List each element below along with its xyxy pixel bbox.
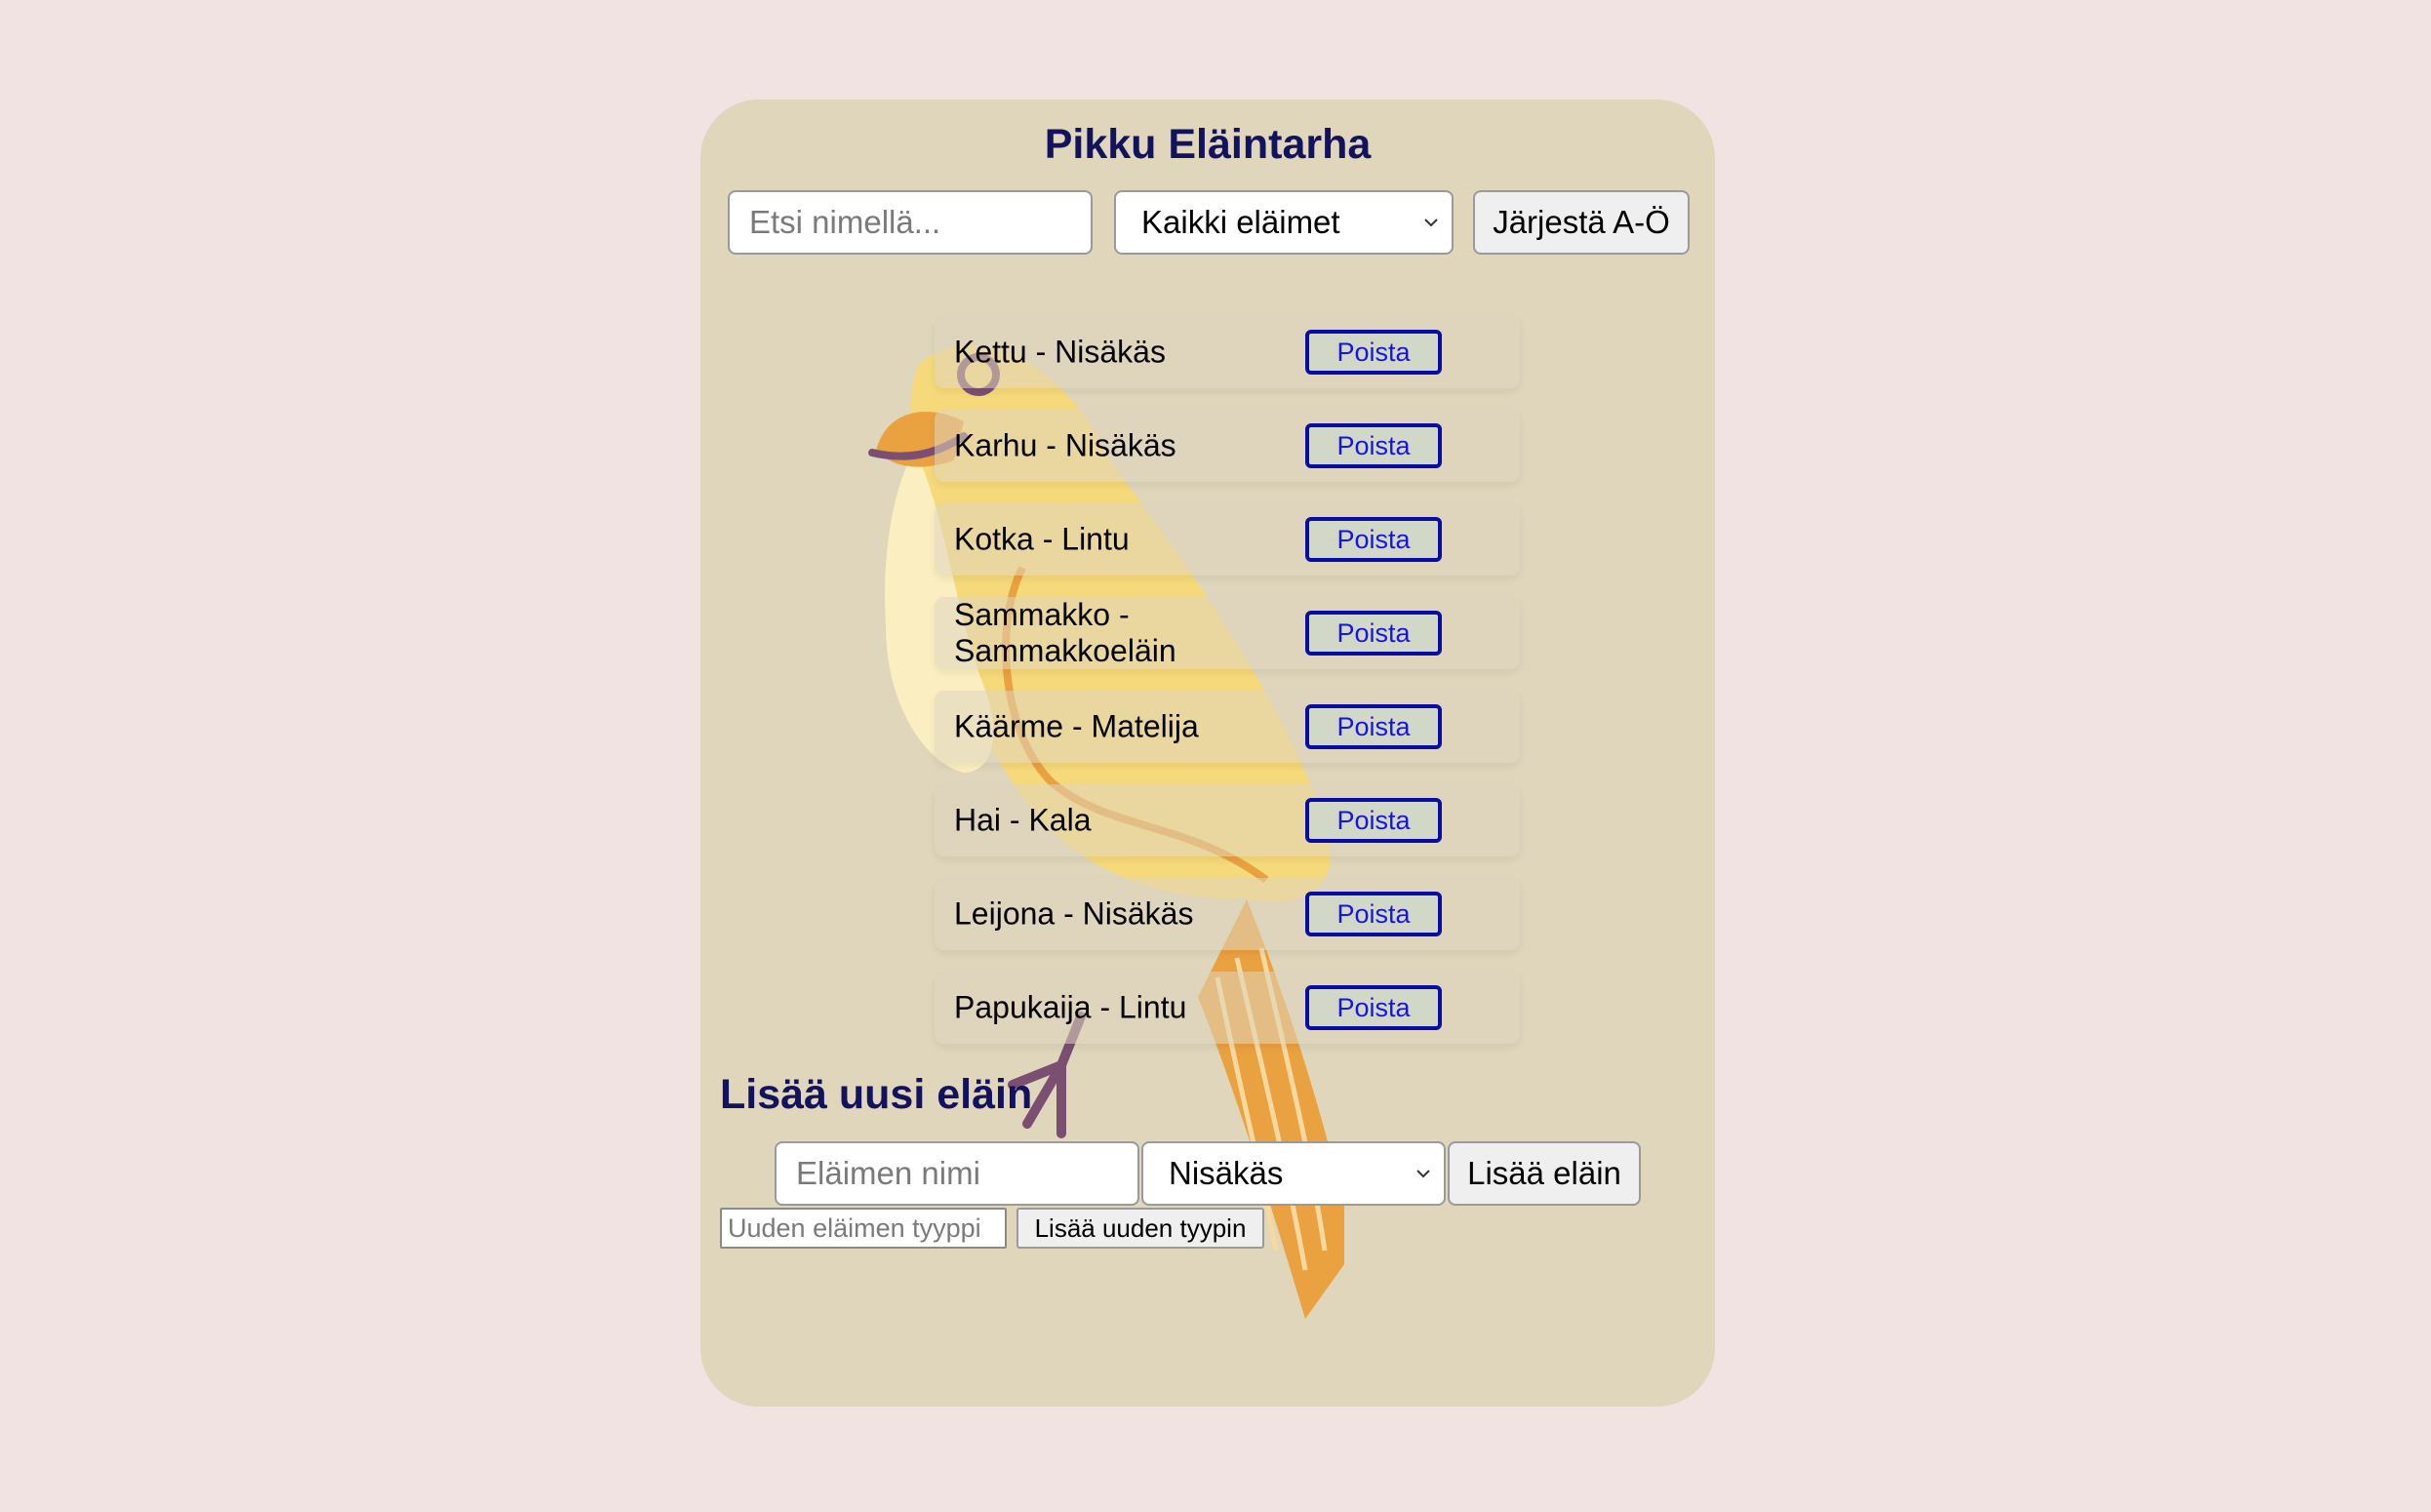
delete-button[interactable]: Poista bbox=[1305, 985, 1442, 1030]
delete-button[interactable]: Poista bbox=[1305, 330, 1442, 375]
animal-label: Leijona - Nisäkäs bbox=[954, 895, 1194, 932]
animal-label: Käärme - Matelija bbox=[954, 708, 1199, 744]
animal-item-kaarme: Käärme - Matelija Poista bbox=[935, 691, 1520, 763]
sort-button[interactable]: Järjestä A-Ö bbox=[1473, 190, 1690, 255]
animal-item-sammakko: Sammakko - Sammakkoeläin Poista bbox=[935, 597, 1520, 669]
animal-label: Sammakko - Sammakkoeläin bbox=[954, 597, 1176, 668]
animal-label: Kettu - Nisäkäs bbox=[954, 334, 1166, 370]
animal-item-karhu: Karhu - Nisäkäs Poista bbox=[935, 410, 1520, 482]
animal-name-input[interactable] bbox=[775, 1141, 1139, 1206]
animal-item-hai: Hai - Kala Poista bbox=[935, 784, 1520, 856]
add-animal-button[interactable]: Lisää eläin bbox=[1448, 1141, 1641, 1206]
delete-button[interactable]: Poista bbox=[1305, 892, 1442, 936]
animal-item-kotka: Kotka - Lintu Poista bbox=[935, 503, 1520, 576]
delete-button[interactable]: Poista bbox=[1305, 798, 1442, 843]
page-title: Pikku Eläintarha bbox=[1044, 121, 1372, 168]
animal-item-leijona: Leijona - Nisäkäs Poista bbox=[935, 878, 1520, 950]
add-type-button[interactable]: Lisää uuden tyypin bbox=[1016, 1208, 1264, 1249]
delete-button[interactable]: Poista bbox=[1305, 517, 1442, 562]
type-selected-value: Nisäkäs bbox=[1169, 1155, 1284, 1191]
filter-selected-value: Kaikki eläimet bbox=[1141, 204, 1340, 240]
zoo-card: Pikku Eläintarha Kaikki eläimet Järjestä… bbox=[700, 99, 1715, 1407]
animal-label: Kotka - Lintu bbox=[954, 521, 1130, 557]
new-type-input[interactable] bbox=[720, 1208, 1007, 1249]
delete-button[interactable]: Poista bbox=[1305, 611, 1442, 656]
animal-label: Karhu - Nisäkäs bbox=[954, 427, 1176, 463]
animal-type-filter-select[interactable]: Kaikki eläimet bbox=[1114, 190, 1454, 255]
animal-label: Hai - Kala bbox=[954, 802, 1092, 838]
search-input[interactable] bbox=[728, 190, 1093, 255]
delete-button[interactable]: Poista bbox=[1305, 423, 1442, 468]
animal-item-papukaija: Papukaija - Lintu Poista bbox=[935, 972, 1520, 1044]
animal-item-kettu: Kettu - Nisäkäs Poista bbox=[935, 316, 1520, 388]
chevron-down-icon bbox=[1424, 219, 1438, 227]
animal-label: Papukaija - Lintu bbox=[954, 989, 1187, 1025]
add-animal-heading: Lisää uusi eläin bbox=[720, 1071, 1033, 1118]
animal-type-select[interactable]: Nisäkäs bbox=[1141, 1141, 1446, 1206]
bird-tail bbox=[1198, 899, 1344, 1319]
delete-button[interactable]: Poista bbox=[1305, 704, 1442, 749]
chevron-down-icon bbox=[1416, 1170, 1430, 1178]
